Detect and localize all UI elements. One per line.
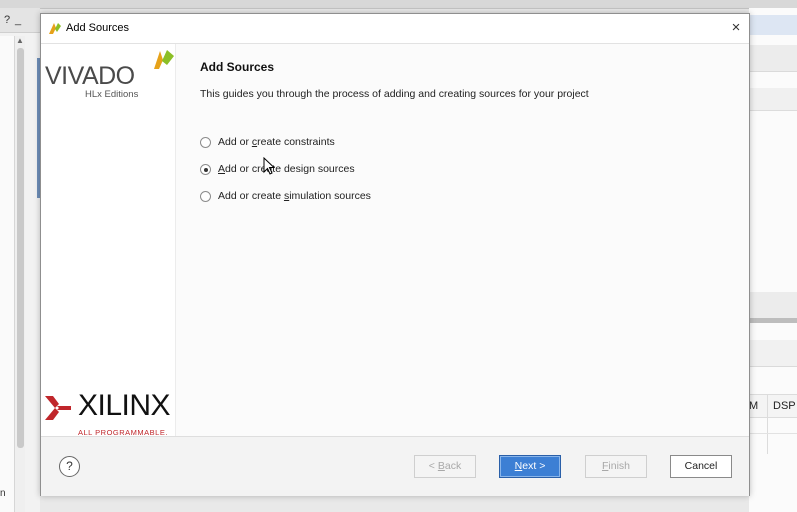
page-heading: Add Sources — [200, 60, 275, 74]
mouse-pointer-icon — [263, 157, 275, 175]
back-button[interactable]: < Back — [414, 455, 476, 478]
xilinx-logo-text: XILINX — [78, 389, 171, 422]
right-header-band — [749, 15, 797, 35]
add-sources-dialog: Add Sources × VIVADO HLx Editions XILINX… — [40, 13, 750, 496]
right-grid-header: M DSP — [749, 394, 797, 418]
dialog-title: Add Sources — [66, 22, 129, 34]
grid-col-dsp[interactable]: DSP — [773, 400, 796, 412]
right-tab-band — [749, 88, 797, 111]
next-button[interactable]: Next > — [499, 455, 561, 478]
left-panel-help-icon[interactable]: ? — [4, 14, 10, 26]
cancel-button[interactable]: Cancel — [670, 455, 732, 478]
app-toolbar — [0, 0, 797, 9]
right-panel — [749, 8, 797, 512]
left-truncated-text: n — [0, 488, 6, 499]
left-strip — [0, 36, 15, 512]
radio-constraints[interactable] — [200, 137, 211, 148]
dialog-branding-panel: VIVADO HLx Editions XILINX ALL PROGRAMMA… — [41, 44, 176, 437]
left-panel-minimize-icon[interactable]: _ — [15, 14, 21, 26]
grid-row-line — [749, 433, 797, 434]
vivado-logo-text: VIVADO — [45, 62, 135, 90]
scroll-up-icon[interactable]: ▲ — [16, 36, 24, 45]
help-button[interactable]: ? — [59, 456, 80, 477]
right-splitter[interactable] — [749, 318, 797, 323]
close-button[interactable]: × — [725, 17, 747, 39]
finish-button[interactable]: Finish — [585, 455, 647, 478]
grid-divider — [767, 394, 768, 454]
dialog-footer: ? < Back Next > Finish Cancel — [41, 436, 749, 496]
radio-design-sources[interactable] — [200, 164, 211, 175]
option-design-sources-label[interactable]: Add or create design sources — [218, 163, 355, 175]
right-lower-band — [749, 292, 797, 318]
vivado-app-icon — [49, 23, 61, 34]
option-constraints-label[interactable]: Add or create constraints — [218, 136, 335, 148]
dialog-titlebar[interactable]: Add Sources × — [41, 14, 749, 44]
vivado-leaf-icon — [154, 50, 174, 69]
right-toolbar-band — [749, 45, 797, 72]
xilinx-logo-icon — [45, 396, 71, 420]
grid-col-m[interactable]: M — [749, 400, 758, 412]
left-scrollbar-thumb[interactable] — [17, 48, 24, 448]
vivado-edition-text: HLx Editions — [85, 89, 139, 100]
right-lower-toolbar — [749, 340, 797, 367]
page-description: This guides you through the process of a… — [200, 88, 589, 100]
radio-simulation-sources[interactable] — [200, 191, 211, 202]
dialog-content: Add Sources This guides you through the … — [176, 44, 749, 436]
option-simulation-sources-label[interactable]: Add or create simulation sources — [218, 190, 371, 202]
left-panel-header: ? _ — [0, 8, 40, 33]
